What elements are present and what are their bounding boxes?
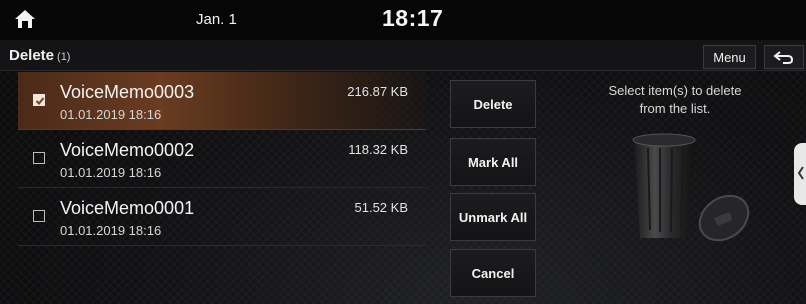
title-bar — [0, 40, 806, 71]
menu-button[interactable]: Menu — [703, 45, 756, 69]
file-size: 118.32 KB — [348, 142, 408, 157]
delete-hint: Select item(s) to delete from the list. — [580, 82, 770, 118]
file-name: VoiceMemo0002 — [60, 140, 195, 160]
mark-all-button[interactable]: Mark All — [450, 138, 536, 186]
side-panel-handle[interactable] — [794, 143, 806, 205]
checkbox-checked[interactable] — [33, 94, 45, 106]
back-button[interactable] — [764, 45, 804, 69]
file-date: 01.01.2019 18:16 — [60, 165, 162, 180]
page-title-text: Delete — [9, 47, 55, 64]
back-arrow-icon — [773, 51, 794, 64]
checkbox[interactable] — [33, 152, 45, 164]
home-icon[interactable] — [14, 8, 36, 30]
hint-line-2: from the list. — [639, 101, 711, 116]
status-bar: Jan. 1 18:17 — [0, 0, 806, 40]
list-item[interactable]: VoiceMemo0003 01.01.2019 18:16 216.87 KB — [18, 72, 426, 130]
file-size: 51.52 KB — [354, 200, 409, 215]
hint-line-1: Select item(s) to delete — [608, 83, 742, 98]
page-title: Delete (1) — [9, 47, 70, 64]
selected-count: (1) — [57, 51, 71, 63]
list-item[interactable]: VoiceMemo0001 01.01.2019 18:16 51.52 KB — [18, 188, 426, 246]
check-icon — [35, 97, 45, 105]
unmark-all-button[interactable]: Unmark All — [450, 193, 536, 241]
status-date: Jan. 1 — [196, 11, 237, 28]
status-time: 18:17 — [382, 5, 444, 31]
file-name: VoiceMemo0001 — [60, 198, 195, 218]
list-item[interactable]: VoiceMemo0002 01.01.2019 18:16 118.32 KB — [18, 130, 426, 188]
screen: Jan. 1 18:17 Delete (1) Menu VoiceMemo000… — [0, 0, 806, 304]
file-date: 01.01.2019 18:16 — [60, 223, 162, 238]
file-size: 216.87 KB — [347, 84, 408, 99]
checkbox[interactable] — [33, 210, 45, 222]
delete-button[interactable]: Delete — [450, 80, 536, 128]
chevron-left-icon — [797, 166, 804, 180]
file-date: 01.01.2019 18:16 — [60, 107, 162, 122]
cancel-button[interactable]: Cancel — [450, 249, 536, 297]
trash-can-icon — [632, 133, 750, 242]
file-name: VoiceMemo0003 — [60, 82, 195, 102]
